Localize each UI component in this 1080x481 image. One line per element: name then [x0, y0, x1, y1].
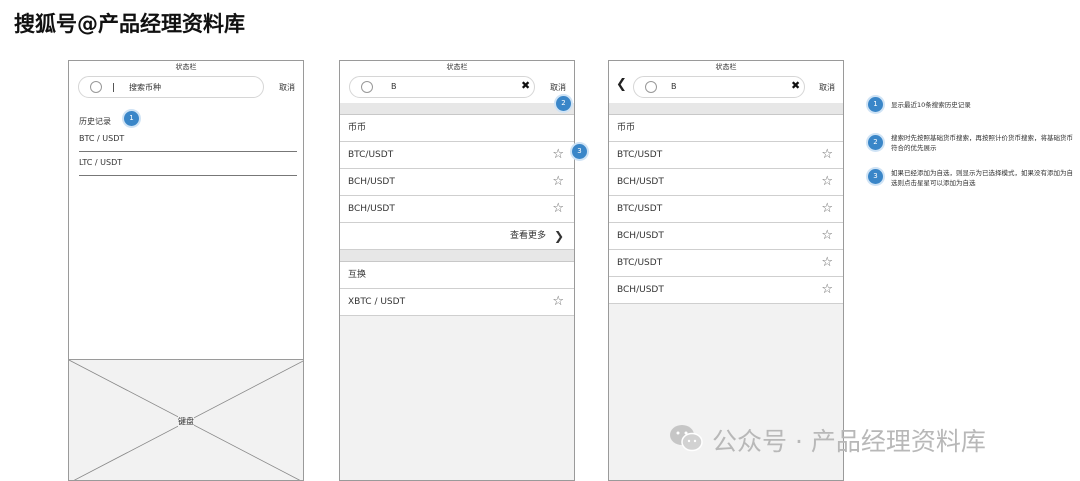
result-row[interactable]: BCH/USDT ☆ — [609, 169, 843, 196]
section-header-swap: 互换 — [340, 262, 574, 289]
result-row[interactable]: BTC/USDT ☆ — [609, 196, 843, 223]
section-header-spot: 币币 — [609, 115, 843, 142]
status-bar: 状态栏 — [609, 61, 843, 73]
note-3: 如果已经添加为自选，则显示为已选择模式，如果没有添加为自选则点击星星可以添加为自… — [891, 169, 1073, 187]
screen-search-results: 状态栏 B ✖ 取消 币币 BTC/USDT ☆ BCH/USDT ☆ BCH/US… — [339, 60, 575, 481]
result-row[interactable]: BCH/USDT ☆ — [340, 196, 574, 223]
pair-label: BCH/USDT — [617, 231, 664, 241]
clear-icon[interactable]: ✖ — [791, 79, 800, 92]
note-1: 显示最近10条搜索历史记录 — [891, 101, 971, 109]
result-row[interactable]: BCH/USDT ☆ — [609, 223, 843, 250]
clear-icon[interactable]: ✖ — [521, 79, 530, 92]
star-icon[interactable]: ☆ — [821, 169, 833, 195]
search-input[interactable]: B ✖ — [633, 76, 805, 98]
text-cursor — [113, 83, 114, 92]
star-icon[interactable]: ☆ — [552, 142, 564, 168]
search-row: ❮ B ✖ 取消 — [609, 73, 843, 103]
result-row[interactable]: BTC/USDT ☆ — [609, 142, 843, 169]
annotation-badge-1: 1 — [124, 111, 139, 126]
chevron-right-icon: ❯ — [553, 229, 564, 243]
star-icon[interactable]: ☆ — [821, 223, 833, 249]
section-gap — [340, 250, 574, 262]
history-item[interactable]: BTC / USDT — [79, 127, 297, 152]
note-badge-3: 3 — [868, 169, 883, 184]
cancel-button[interactable]: 取消 — [279, 82, 295, 93]
annotation-badge-2: 2 — [556, 96, 571, 111]
note-badge-1: 1 — [868, 97, 883, 112]
search-placeholder: 搜索币种 — [129, 83, 161, 92]
wechat-icon — [670, 425, 703, 452]
star-icon[interactable]: ☆ — [552, 289, 564, 315]
history-item[interactable]: LTC / USDT — [79, 151, 297, 176]
pair-label: BTC/USDT — [348, 150, 394, 160]
back-icon[interactable]: ❮ — [616, 77, 627, 92]
view-more-label: 查看更多 — [509, 231, 546, 241]
pair-label: BTC/USDT — [617, 150, 663, 160]
result-row[interactable]: XBTC / USDT ☆ — [340, 289, 574, 316]
section-header-spot: 币币 — [340, 115, 574, 142]
keyboard-label: 键盘 — [178, 416, 194, 427]
search-input[interactable]: B ✖ — [349, 76, 535, 98]
watermark-bottom: 公众号 · 产品经理资料库 — [712, 427, 986, 456]
cancel-button[interactable]: 取消 — [819, 82, 835, 93]
section-gap — [340, 103, 574, 115]
status-bar: 状态栏 — [340, 61, 574, 73]
star-icon[interactable]: ☆ — [821, 277, 833, 303]
star-icon[interactable]: ☆ — [552, 196, 564, 222]
pair-label: BCH/USDT — [348, 177, 395, 187]
search-row: B ✖ 取消 — [340, 73, 574, 103]
pair-label: BCH/USDT — [348, 204, 395, 214]
pair-label: BTC/USDT — [617, 204, 663, 214]
search-row: 搜索币种 取消 — [69, 73, 303, 103]
search-value: B — [391, 82, 397, 91]
result-row[interactable]: BTC/USDT ☆ — [609, 250, 843, 277]
history-label: 历史记录 — [79, 117, 111, 126]
search-input[interactable]: 搜索币种 — [78, 76, 264, 98]
note-badge-2: 2 — [868, 135, 883, 150]
screen-search-history: 状态栏 搜索币种 取消 历史记录 BTC / USDT LTC / USDT 键… — [68, 60, 304, 481]
result-row[interactable]: BTC/USDT ☆ — [340, 142, 574, 169]
pair-label: BCH/USDT — [617, 285, 664, 295]
result-row[interactable]: BCH/USDT ☆ — [340, 169, 574, 196]
keyboard-placeholder: 键盘 — [69, 359, 303, 480]
note-2: 搜索时先按照基础货币搜索，再按照计价货币搜索，将基础货币符合的优先展示 — [891, 134, 1073, 152]
search-icon — [361, 81, 373, 93]
star-icon[interactable]: ☆ — [821, 142, 833, 168]
search-icon — [90, 81, 102, 93]
result-row[interactable]: BCH/USDT ☆ — [609, 277, 843, 304]
view-more-button[interactable]: 查看更多 ❯ — [340, 223, 574, 250]
pair-label: BCH/USDT — [617, 177, 664, 187]
cancel-button[interactable]: 取消 — [550, 82, 566, 93]
star-icon[interactable]: ☆ — [821, 250, 833, 276]
search-icon — [645, 81, 657, 93]
annotation-badge-3: 3 — [572, 144, 587, 159]
pair-label: XBTC / USDT — [348, 297, 406, 307]
star-icon[interactable]: ☆ — [552, 169, 564, 195]
watermark-top: 搜狐号@产品经理资料库 — [14, 12, 245, 36]
search-value: B — [671, 82, 677, 91]
pair-label: BTC/USDT — [617, 258, 663, 268]
screen-search-results-full: 状态栏 ❮ B ✖ 取消 币币 BTC/USDT ☆ BCH/USDT ☆ BTC/… — [608, 60, 844, 481]
status-bar: 状态栏 — [69, 61, 303, 73]
section-gap — [609, 103, 843, 115]
star-icon[interactable]: ☆ — [821, 196, 833, 222]
